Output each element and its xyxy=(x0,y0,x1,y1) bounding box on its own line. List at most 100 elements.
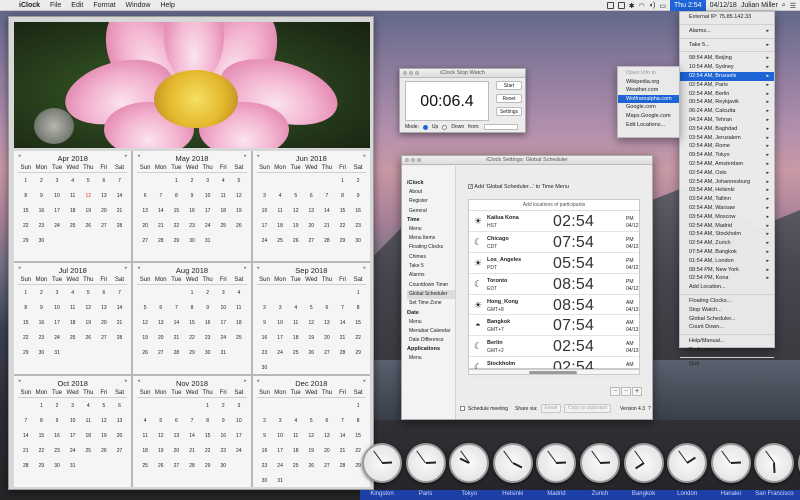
submenu-item[interactable]: Edit Locations... xyxy=(618,121,679,130)
day-cell[interactable]: 10 xyxy=(49,305,65,311)
day-cell[interactable]: 17 xyxy=(231,433,247,439)
day-cell[interactable]: 30 xyxy=(34,238,50,244)
day-cell[interactable]: 29 xyxy=(184,350,200,356)
day-cell[interactable]: 23 xyxy=(257,350,273,356)
day-cell[interactable]: 27 xyxy=(96,335,112,341)
day-cell[interactable]: 20 xyxy=(319,448,335,454)
participant-row[interactable]: ◓ Bangkok GMT+7 07:54 AM 04/13 xyxy=(469,315,639,337)
day-cell[interactable]: 15 xyxy=(34,433,50,439)
day-cell[interactable]: 25 xyxy=(80,448,96,454)
day-cell[interactable]: 24 xyxy=(65,448,81,454)
day-cell[interactable]: 4 xyxy=(272,193,288,199)
participant-row[interactable]: ☀ Los_Angeles PDT 05:54 PM 04/12 xyxy=(469,253,639,274)
day-cell[interactable]: 10 xyxy=(65,418,81,424)
day-cell[interactable]: 14 xyxy=(335,320,351,326)
menu-item[interactable]: 08:54 AM, Beijing ▸ xyxy=(680,54,774,63)
day-cell[interactable]: 18 xyxy=(65,320,81,326)
day-cell[interactable]: 18 xyxy=(137,448,153,454)
next-month-icon[interactable]: ▸ xyxy=(244,265,247,271)
menu-item[interactable]: 02:54 AM, Stockholm ▸ xyxy=(680,230,774,239)
day-cell[interactable]: 7 xyxy=(112,178,128,184)
prev-month-icon[interactable]: ◂ xyxy=(137,265,140,271)
day-cell[interactable]: 15 xyxy=(335,208,351,214)
day-cell[interactable]: 26 xyxy=(304,350,320,356)
day-cell[interactable]: 11 xyxy=(215,193,231,199)
day-cell[interactable]: 24 xyxy=(231,448,247,454)
day-cell[interactable]: 2 xyxy=(257,418,273,424)
menu-item[interactable]: 02:54 AM, Zurich ▸ xyxy=(680,239,774,248)
day-cell[interactable]: 24 xyxy=(215,335,231,341)
day-cell[interactable]: 24 xyxy=(272,350,288,356)
day-cell[interactable]: 12 xyxy=(304,320,320,326)
day-cell[interactable]: 3 xyxy=(49,178,65,184)
day-cell[interactable]: 17 xyxy=(65,433,81,439)
menu-item[interactable]: 04:24 AM, Tehran ▸ xyxy=(680,116,774,125)
day-cell[interactable]: 11 xyxy=(137,433,153,439)
day-cell[interactable]: 2 xyxy=(184,178,200,184)
day-cell[interactable]: 3 xyxy=(215,290,231,296)
day-cell[interactable]: 14 xyxy=(184,433,200,439)
day-cell[interactable]: 15 xyxy=(350,433,366,439)
day-cell[interactable]: 24 xyxy=(49,223,65,229)
day-cell[interactable]: 21 xyxy=(184,448,200,454)
sidebar-item[interactable]: General xyxy=(407,207,455,216)
day-cell[interactable]: 17 xyxy=(272,448,288,454)
day-cell[interactable]: 24 xyxy=(257,238,273,244)
stopwatch-titlebar[interactable]: iClock Stop Watch xyxy=(400,69,525,78)
menu-window[interactable]: Window xyxy=(121,2,156,9)
day-cell[interactable]: 16 xyxy=(184,208,200,214)
menu-item[interactable]: Add Location... xyxy=(680,283,774,292)
day-cell[interactable]: 9 xyxy=(34,193,50,199)
day-cell[interactable]: 27 xyxy=(319,350,335,356)
day-cell[interactable]: 27 xyxy=(319,463,335,469)
day-cell[interactable]: 31 xyxy=(272,478,288,484)
day-cell[interactable]: 14 xyxy=(112,305,128,311)
sidebar-item[interactable]: Menu xyxy=(407,354,455,363)
participant-row[interactable]: ☾ Toronto EDT 08:54 PM 04/12 xyxy=(469,274,639,295)
day-cell[interactable]: 8 xyxy=(350,305,366,311)
day-cell[interactable]: 3 xyxy=(65,403,81,409)
day-cell[interactable]: 5 xyxy=(153,418,169,424)
participant-row[interactable]: ☾ Berlin GMT+2 02:54 AM 04/13 xyxy=(469,336,639,358)
day-cell[interactable]: 4 xyxy=(65,178,81,184)
menu-item[interactable]: 03:54 AM, Baghdad ▸ xyxy=(680,125,774,134)
app-menu[interactable]: iClock xyxy=(14,2,45,9)
day-cell[interactable]: 7 xyxy=(169,305,185,311)
day-cell[interactable]: 9 xyxy=(49,418,65,424)
menu-item[interactable]: 08:54 PM, New York ▸ xyxy=(680,266,774,275)
prev-month-icon[interactable]: ◂ xyxy=(257,378,260,384)
day-cell[interactable]: 19 xyxy=(288,223,304,229)
menu-item[interactable]: External IP: 75.85.142.33 xyxy=(680,13,774,22)
day-cell[interactable]: 28 xyxy=(18,463,34,469)
menu-item[interactable]: 02:54 AM, Paris ▸ xyxy=(680,81,774,90)
day-cell[interactable]: 28 xyxy=(169,350,185,356)
day-cell[interactable]: 4 xyxy=(215,178,231,184)
volume-icon[interactable]: ◖) xyxy=(649,2,656,9)
close-button[interactable] xyxy=(403,71,407,75)
day-cell[interactable]: 16 xyxy=(34,208,50,214)
day-cell[interactable]: 28 xyxy=(184,463,200,469)
day-cell[interactable]: 21 xyxy=(169,335,185,341)
menu-item[interactable]: 07:54 AM, Bangkok ▸ xyxy=(680,248,774,257)
schedule-checkbox[interactable] xyxy=(460,406,465,411)
day-cell[interactable]: 31 xyxy=(49,350,65,356)
day-cell[interactable]: 17 xyxy=(257,223,273,229)
zoom-button[interactable] xyxy=(415,71,419,75)
day-cell[interactable]: 30 xyxy=(34,350,50,356)
day-cell[interactable]: 16 xyxy=(257,335,273,341)
submenu-item[interactable]: Wolframalpha.com xyxy=(618,94,679,104)
day-cell[interactable]: 3 xyxy=(200,178,216,184)
day-cell[interactable]: 4 xyxy=(231,290,247,296)
notifications-icon[interactable]: ☰ xyxy=(790,2,796,10)
day-cell[interactable]: 16 xyxy=(215,433,231,439)
day-cell[interactable]: 1 xyxy=(350,290,366,296)
day-cell[interactable]: 10 xyxy=(200,193,216,199)
day-cell[interactable]: 6 xyxy=(96,290,112,296)
day-cell[interactable]: 29 xyxy=(350,350,366,356)
day-cell[interactable]: 18 xyxy=(272,223,288,229)
day-cell[interactable]: 20 xyxy=(96,320,112,326)
day-cell[interactable]: 24 xyxy=(200,223,216,229)
day-cell[interactable]: 26 xyxy=(304,463,320,469)
day-cell[interactable]: 7 xyxy=(335,418,351,424)
analog-clock[interactable] xyxy=(578,442,622,490)
